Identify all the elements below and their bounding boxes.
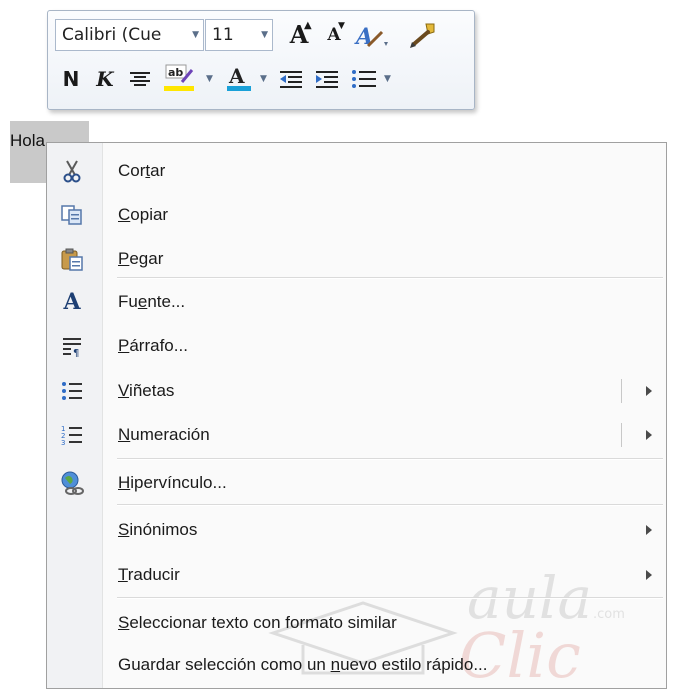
bullets-button[interactable] bbox=[348, 64, 380, 94]
menu-item-numbering[interactable]: 1 2 3 Numeración bbox=[47, 413, 666, 457]
mini-toolbar: Calibri (Cue ▼ 11 ▼ A ▲ A ▼ A N K ab ▼ A… bbox=[47, 10, 475, 110]
submenu-arrow-icon bbox=[646, 570, 652, 580]
menu-item-paste[interactable]: Pegar bbox=[47, 237, 666, 281]
increase-indent-button[interactable] bbox=[312, 64, 342, 94]
menu-item-label: Traducir bbox=[118, 565, 180, 584]
svg-text:ab: ab bbox=[168, 66, 183, 79]
menu-separator bbox=[117, 458, 663, 460]
decrease-indent-button[interactable] bbox=[276, 64, 306, 94]
menu-item-label: Copiar bbox=[118, 205, 169, 224]
paragraph-icon: ¶ bbox=[58, 333, 86, 359]
menu-item-label: Cortar bbox=[118, 161, 166, 180]
menu-item-save-quick-style[interactable]: Guardar selección como un nuevo estilo r… bbox=[47, 643, 666, 687]
menu-separator bbox=[117, 504, 663, 506]
menu-item-copy[interactable]: Copiar bbox=[47, 193, 666, 237]
styles-icon: A bbox=[354, 24, 388, 50]
font-icon: A bbox=[63, 289, 81, 315]
menu-item-label: Viñetas bbox=[118, 381, 175, 400]
svg-text:A: A bbox=[228, 64, 245, 88]
svg-text:A: A bbox=[354, 24, 373, 50]
font-size-value: 11 bbox=[212, 25, 234, 45]
submenu-arrow-icon[interactable] bbox=[646, 430, 652, 440]
shrink-font-button[interactable]: A ▼ bbox=[320, 20, 348, 50]
menu-item-cut[interactable]: Cortar bbox=[47, 149, 666, 193]
italic-button[interactable]: K bbox=[92, 64, 118, 94]
menu-item-font[interactable]: A Fuente... bbox=[47, 280, 666, 324]
submenu-arrow-icon bbox=[646, 525, 652, 535]
menu-separator bbox=[117, 597, 663, 599]
hyperlink-icon bbox=[58, 470, 86, 496]
numbering-icon: 1 2 3 bbox=[58, 422, 86, 448]
font-size-combo[interactable]: 11 ▼ bbox=[205, 19, 273, 51]
menu-item-label: Pegar bbox=[118, 249, 164, 268]
increase-indent-icon bbox=[316, 71, 338, 88]
selected-text[interactable]: Hola bbox=[10, 131, 45, 151]
format-painter-icon bbox=[410, 23, 435, 48]
menu-item-paragraph[interactable]: ¶ Párrafo... bbox=[47, 324, 666, 368]
bold-button[interactable]: N bbox=[58, 64, 84, 94]
split-divider bbox=[621, 379, 622, 403]
menu-item-label: Seleccionar texto con formato similar bbox=[118, 613, 397, 632]
menu-item-bullets[interactable]: Viñetas bbox=[47, 369, 666, 413]
menu-item-label: Sinónimos bbox=[118, 520, 198, 539]
chevron-down-icon[interactable]: ▼ bbox=[192, 20, 199, 50]
scissors-icon bbox=[58, 158, 86, 184]
grow-font-button[interactable]: A ▲ bbox=[284, 20, 314, 50]
styles-button[interactable]: A bbox=[354, 20, 388, 50]
menu-item-translate[interactable]: Traducir bbox=[47, 553, 666, 597]
menu-item-label: Hipervínculo... bbox=[118, 473, 227, 492]
font-name-combo[interactable]: Calibri (Cue ▼ bbox=[55, 19, 204, 51]
split-divider bbox=[621, 423, 622, 447]
highlighter-icon: ab bbox=[164, 64, 194, 91]
format-painter-button[interactable] bbox=[406, 20, 438, 50]
submenu-arrow-icon[interactable] bbox=[646, 386, 652, 396]
paste-icon bbox=[58, 246, 86, 272]
menu-item-select-similar-formatting[interactable]: Seleccionar texto con formato similar bbox=[47, 601, 666, 645]
bullets-icon bbox=[58, 378, 86, 404]
highlight-button[interactable]: ab bbox=[162, 62, 200, 92]
center-align-button[interactable] bbox=[126, 64, 154, 94]
menu-item-label: Párrafo... bbox=[118, 336, 188, 355]
context-menu: aula .com Clic Cortar Copiar Pegar A Fue… bbox=[46, 142, 667, 689]
menu-item-label: Numeración bbox=[118, 425, 210, 444]
menu-separator bbox=[117, 277, 663, 279]
chevron-down-icon[interactable]: ▼ bbox=[206, 64, 213, 94]
copy-icon bbox=[58, 202, 86, 228]
menu-item-synonyms[interactable]: Sinónimos bbox=[47, 508, 666, 552]
center-align-icon bbox=[130, 72, 150, 86]
chevron-down-icon[interactable]: ▼ bbox=[260, 64, 267, 94]
menu-item-label: Guardar selección como un nuevo estilo r… bbox=[118, 655, 488, 674]
svg-text:¶: ¶ bbox=[73, 348, 79, 357]
font-name-value: Calibri (Cue bbox=[62, 25, 162, 45]
decrease-indent-icon bbox=[280, 71, 302, 88]
chevron-down-icon[interactable]: ▼ bbox=[384, 64, 391, 94]
bullets-icon bbox=[352, 70, 376, 88]
font-color-icon: A bbox=[227, 64, 251, 91]
font-color-button[interactable]: A bbox=[224, 62, 256, 92]
svg-text:3: 3 bbox=[61, 439, 65, 446]
menu-item-hyperlink[interactable]: Hipervínculo... bbox=[47, 461, 666, 505]
menu-item-label: Fuente... bbox=[118, 292, 186, 311]
chevron-down-icon[interactable]: ▼ bbox=[261, 20, 268, 50]
